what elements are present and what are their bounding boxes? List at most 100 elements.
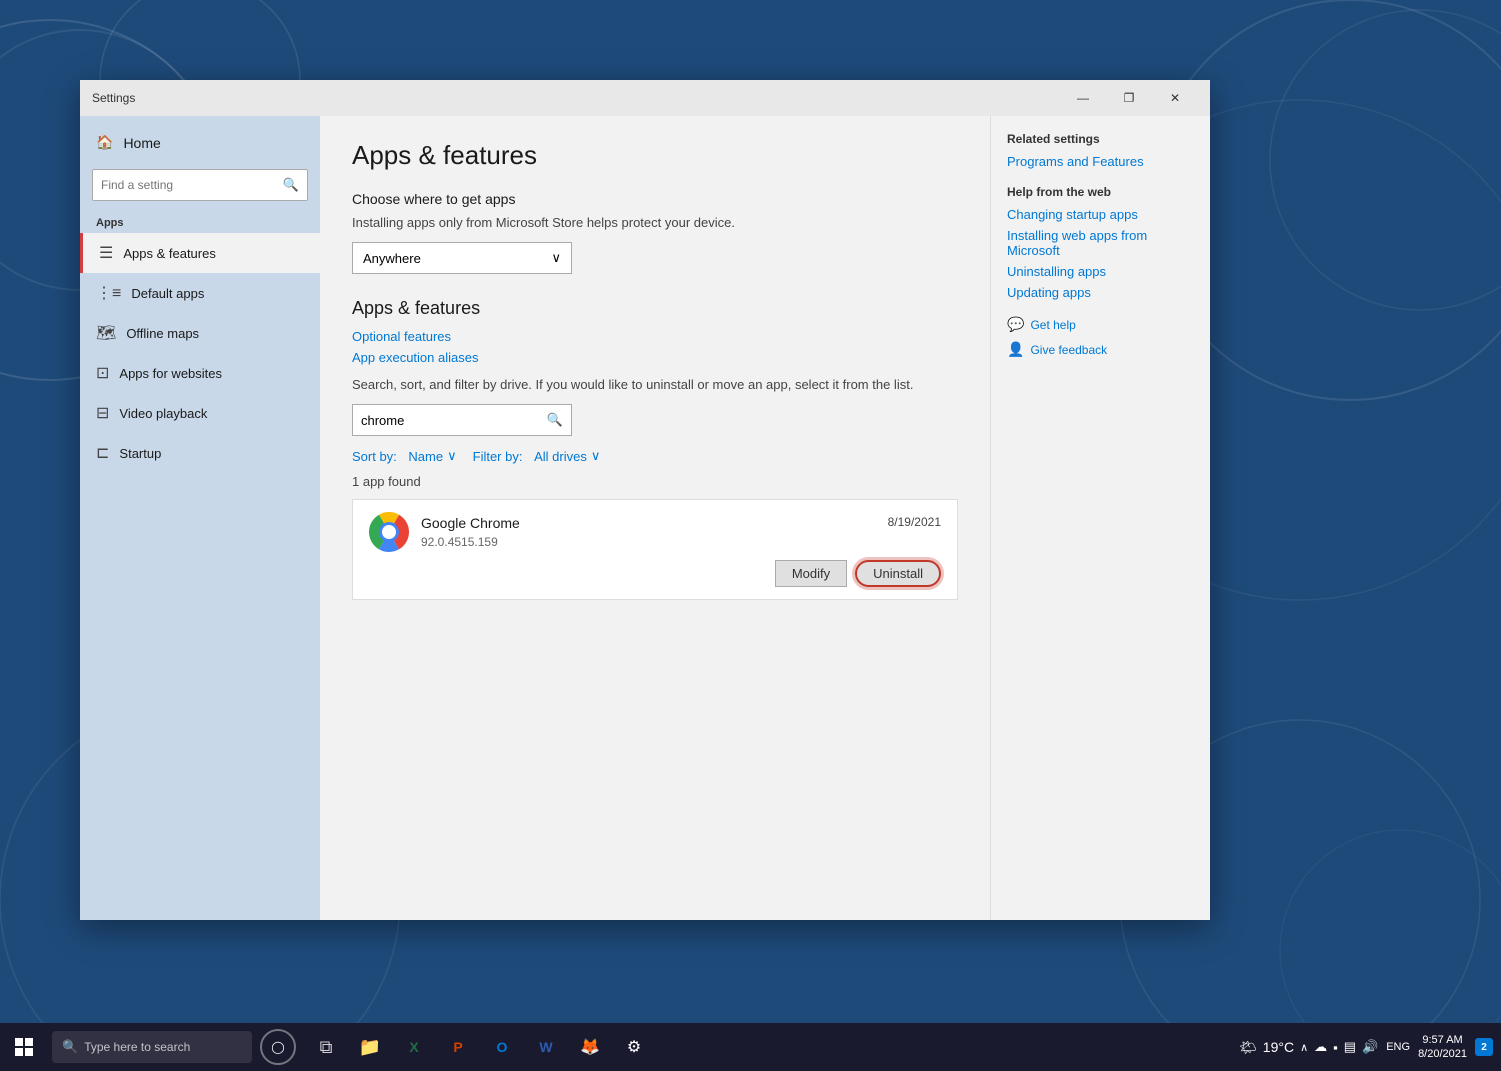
get-help-icon: 💬 xyxy=(1007,316,1024,333)
give-feedback-item[interactable]: 👤 Give feedback xyxy=(1007,341,1194,358)
help-link-4[interactable]: Updating apps xyxy=(1007,285,1194,300)
apps-source-value: Anywhere xyxy=(363,251,421,266)
temperature-text: 19°C xyxy=(1263,1039,1294,1055)
sort-by-label: Sort by: xyxy=(352,449,397,464)
search-desc: Search, sort, and filter by drive. If yo… xyxy=(352,377,958,392)
sidebar-item-startup[interactable]: ⊏ Startup xyxy=(80,433,320,473)
help-link-2[interactable]: Installing web apps from Microsoft xyxy=(1007,228,1194,258)
programs-features-link[interactable]: Programs and Features xyxy=(1007,154,1194,169)
excel-button[interactable]: X xyxy=(394,1027,434,1067)
sidebar-item-apps-features[interactable]: ☰ Apps & features xyxy=(80,233,320,273)
taskbar-clock[interactable]: 9:57 AM 8/20/2021 xyxy=(1418,1033,1467,1062)
related-settings-title: Related settings xyxy=(1007,132,1194,146)
sort-filter-row: Sort by: Name ∨ Filter by: All drives ∨ xyxy=(352,448,958,464)
app-card: Google Chrome 8/19/2021 92.0.4515.159 Mo… xyxy=(352,499,958,600)
sidebar-search-input[interactable] xyxy=(101,178,277,192)
sidebar-search-container[interactable]: 🔍 xyxy=(92,169,308,201)
filter-chevron-icon: ∨ xyxy=(591,448,601,464)
close-button[interactable]: ✕ xyxy=(1152,80,1198,116)
volume-icon[interactable]: 🔊 xyxy=(1362,1039,1378,1055)
app-card-buttons: Modify Uninstall xyxy=(369,560,941,587)
optional-features-link[interactable]: Optional features xyxy=(352,329,958,344)
window-titlebar: Settings — ❐ ✕ xyxy=(80,80,1210,116)
apps-features-icon: ☰ xyxy=(99,243,113,263)
sidebar-item-offline-maps[interactable]: 🗺 Offline maps xyxy=(80,313,320,353)
modify-button[interactable]: Modify xyxy=(775,560,847,587)
apps-features-section-title: Apps & features xyxy=(352,298,958,319)
sidebar-item-apps-features-label: Apps & features xyxy=(123,246,216,261)
default-apps-icon: ⋮≡ xyxy=(96,283,121,303)
sidebar-search-icon: 🔍 xyxy=(283,177,299,193)
outlook-button[interactable]: O xyxy=(482,1027,522,1067)
settings-taskbar-button[interactable]: ⚙ xyxy=(614,1027,654,1067)
filter-by-label: Filter by: xyxy=(473,449,523,464)
apps-count: 1 app found xyxy=(352,474,958,489)
date-display: 8/20/2021 xyxy=(1418,1047,1467,1061)
cortana-icon: ◯ xyxy=(271,1040,284,1054)
cloud-icon: ☁ xyxy=(1314,1039,1327,1055)
word-button[interactable]: W xyxy=(526,1027,566,1067)
app-version: 92.0.4515.159 xyxy=(421,535,941,549)
sidebar-section-apps: Apps xyxy=(80,209,320,233)
cortana-button[interactable]: ◯ xyxy=(260,1029,296,1065)
page-title: Apps & features xyxy=(352,140,958,171)
minimize-button[interactable]: — xyxy=(1060,80,1106,116)
app-execution-aliases-link[interactable]: App execution aliases xyxy=(352,350,958,365)
apps-websites-icon: ⊡ xyxy=(96,363,109,383)
taskbar-search-icon: 🔍 xyxy=(62,1039,78,1055)
startup-icon: ⊏ xyxy=(96,443,109,463)
window-title: Settings xyxy=(92,91,1060,105)
help-web-title: Help from the web xyxy=(1007,185,1194,199)
time-display: 9:57 AM xyxy=(1418,1033,1467,1047)
taskbar-system-tray: 🌤 19°C ∧ ☁ ▪ ▤ 🔊 ENG 9:57 AM 8/20/2021 2 xyxy=(1239,1033,1501,1062)
taskbar-search-input[interactable] xyxy=(84,1040,234,1054)
app-name-date-row: Google Chrome 8/19/2021 xyxy=(421,515,941,533)
app-search-bar[interactable]: 🔍 xyxy=(352,404,572,436)
maximize-button[interactable]: ❐ xyxy=(1106,80,1152,116)
taskbar-search[interactable]: 🔍 xyxy=(52,1031,252,1063)
firefox-button[interactable]: 🦊 xyxy=(570,1027,610,1067)
file-explorer-button[interactable]: 📁 xyxy=(350,1027,390,1067)
sidebar-home[interactable]: 🏠 Home xyxy=(80,124,320,161)
video-playback-icon: ⊟ xyxy=(96,403,109,423)
tray-chevron-icon[interactable]: ∧ xyxy=(1300,1041,1308,1054)
wifi-icon: ▤ xyxy=(1344,1039,1356,1055)
main-content: Apps & features Choose where to get apps… xyxy=(320,116,990,920)
task-view-button[interactable]: ⧉ xyxy=(306,1027,346,1067)
filter-by-value: All drives xyxy=(534,449,587,464)
sort-by-control[interactable]: Sort by: Name ∨ xyxy=(352,448,457,464)
powerpoint-button[interactable]: P xyxy=(438,1027,478,1067)
window-controls: — ❐ ✕ xyxy=(1060,80,1198,116)
weather-icon: 🌤 xyxy=(1239,1039,1257,1056)
app-search-icon: 🔍 xyxy=(547,412,563,428)
sort-chevron-icon: ∨ xyxy=(447,448,457,464)
choose-where-desc: Installing apps only from Microsoft Stor… xyxy=(352,215,958,230)
sidebar-item-default-apps-label: Default apps xyxy=(131,286,204,301)
choose-where-title: Choose where to get apps xyxy=(352,191,958,207)
give-feedback-icon: 👤 xyxy=(1007,341,1024,358)
uninstall-button[interactable]: Uninstall xyxy=(855,560,941,587)
sort-by-value: Name xyxy=(408,449,443,464)
get-help-item[interactable]: 💬 Get help xyxy=(1007,316,1194,333)
settings-window: Settings — ❐ ✕ 🏠 Home 🔍 Apps ☰ Apps & fe… xyxy=(80,80,1210,920)
windows-logo xyxy=(15,1038,33,1056)
notification-badge[interactable]: 2 xyxy=(1475,1038,1493,1056)
sidebar-item-apps-websites[interactable]: ⊡ Apps for websites xyxy=(80,353,320,393)
start-button[interactable] xyxy=(0,1023,48,1071)
help-link-1[interactable]: Changing startup apps xyxy=(1007,207,1194,222)
sidebar-item-video-playback[interactable]: ⊟ Video playback xyxy=(80,393,320,433)
filter-by-control[interactable]: Filter by: All drives ∨ xyxy=(473,448,601,464)
sidebar-item-default-apps[interactable]: ⋮≡ Default apps xyxy=(80,273,320,313)
sidebar-item-startup-label: Startup xyxy=(119,446,161,461)
offline-maps-icon: 🗺 xyxy=(96,323,116,343)
chrome-app-icon xyxy=(369,512,409,552)
help-link-3[interactable]: Uninstalling apps xyxy=(1007,264,1194,279)
sidebar-item-apps-websites-label: Apps for websites xyxy=(119,366,222,381)
dropdown-chevron-icon: ∨ xyxy=(551,250,561,266)
home-label: Home xyxy=(123,135,160,151)
app-card-top: Google Chrome 8/19/2021 92.0.4515.159 xyxy=(369,512,941,552)
related-settings-panel: Related settings Programs and Features H… xyxy=(990,116,1210,920)
give-feedback-label: Give feedback xyxy=(1030,343,1107,357)
apps-source-dropdown[interactable]: Anywhere ∨ xyxy=(352,242,572,274)
app-search-input[interactable] xyxy=(361,413,541,428)
